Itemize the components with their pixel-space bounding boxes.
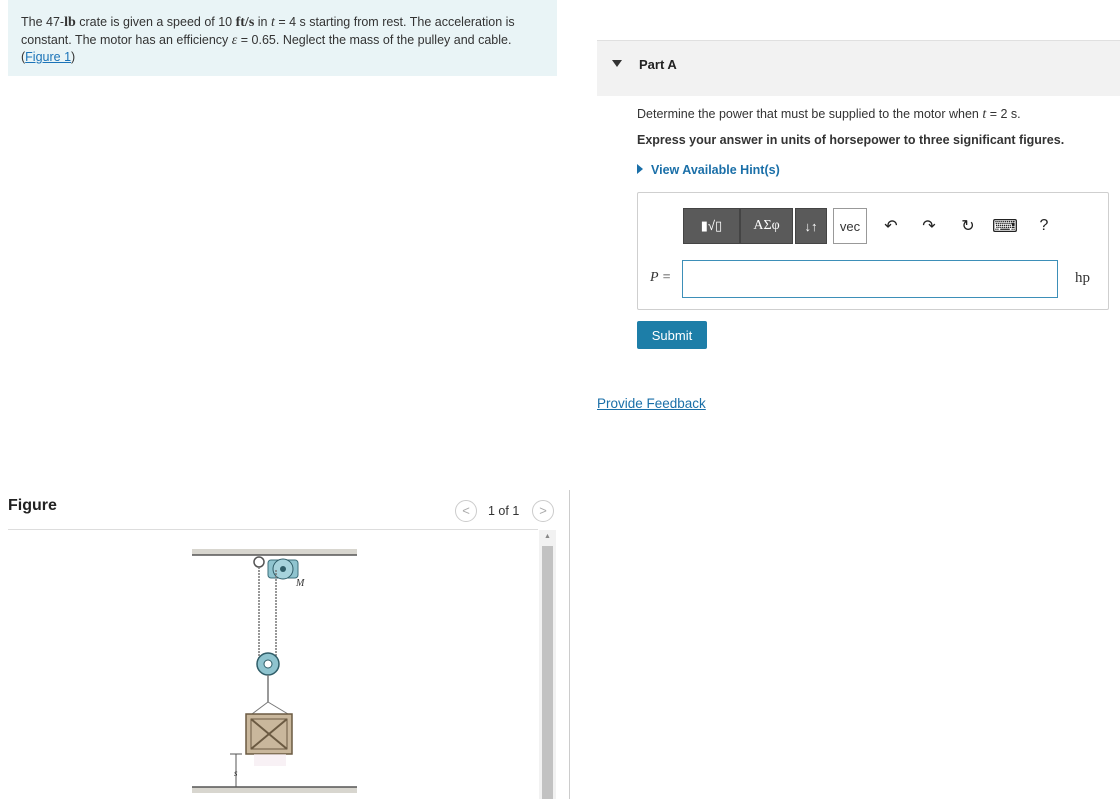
answer-input[interactable] xyxy=(682,260,1058,298)
caret-down-icon xyxy=(612,60,622,67)
figure-counter: 1 of 1 xyxy=(488,504,520,518)
problem-statement: The 47-lb crate is given a speed of 10 f… xyxy=(8,0,557,76)
problem-text: The 47- xyxy=(21,15,65,29)
templates-button[interactable]: ▮√▯ xyxy=(683,208,740,244)
redo-icon[interactable]: ↷ xyxy=(919,216,939,236)
chevron-left-icon: < xyxy=(462,503,470,518)
ceiling xyxy=(192,549,357,555)
column-divider xyxy=(569,490,570,799)
figure-prev-button[interactable]: < xyxy=(455,500,477,522)
vec-icon: vec xyxy=(839,218,861,234)
part-a-header[interactable]: Part A xyxy=(597,40,1120,96)
templates-icon: ▮√▯ xyxy=(700,218,723,233)
chevron-right-icon: > xyxy=(539,503,547,518)
part-title: Part A xyxy=(639,57,677,72)
arrows-updown-icon: ↓↑ xyxy=(804,218,818,234)
problem-text: ) xyxy=(71,50,76,64)
figure-link[interactable]: Figure 1 xyxy=(25,50,71,64)
figure-scrollbar[interactable]: ▲ xyxy=(539,530,556,799)
motor-hub xyxy=(280,566,286,572)
question-part: = 2 s. xyxy=(986,107,1021,121)
keyboard-icon[interactable]: ⌨ xyxy=(992,216,1018,236)
caret-right-icon xyxy=(637,164,643,174)
s-label: s xyxy=(234,768,238,778)
answer-variable-label: P = xyxy=(650,270,672,285)
figure-heading: Figure xyxy=(8,497,57,514)
motion-blur xyxy=(254,754,286,766)
answer-unit: hp xyxy=(1075,270,1090,286)
figure-image: M s xyxy=(192,549,357,793)
problem-text: in xyxy=(254,15,271,29)
figure-next-button[interactable]: > xyxy=(532,500,554,522)
greek-symbols-button[interactable]: ΑΣφ xyxy=(740,208,793,244)
hints-label: View Available Hint(s) xyxy=(651,163,780,177)
undo-icon[interactable]: ↶ xyxy=(881,216,901,236)
greek-icon: ΑΣφ xyxy=(753,218,780,233)
hook-icon xyxy=(253,556,265,568)
question-part: Determine the power that must be supplie… xyxy=(637,107,983,121)
view-hints-toggle[interactable]: View Available Hint(s) xyxy=(637,163,780,177)
floor xyxy=(192,787,357,793)
answer-instruction: Express your answer in units of horsepow… xyxy=(637,133,1065,147)
unit-lb: lb xyxy=(64,15,76,30)
figure-divider xyxy=(8,529,538,530)
submit-button[interactable]: Submit xyxy=(637,321,707,349)
sling xyxy=(267,701,289,715)
pulley-hub xyxy=(263,659,273,669)
help-icon[interactable]: ? xyxy=(1034,216,1054,236)
reset-icon[interactable]: ↻ xyxy=(958,216,978,236)
scrollbar-thumb[interactable] xyxy=(542,546,553,799)
unit-ft-per-s: ft/s xyxy=(235,15,255,30)
motor-label: M xyxy=(295,578,305,589)
scroll-up-icon[interactable]: ▲ xyxy=(539,533,556,540)
problem-text: crate is given a speed of 10 xyxy=(75,15,236,29)
question-text: Determine the power that must be supplie… xyxy=(637,107,1021,123)
provide-feedback-link[interactable]: Provide Feedback xyxy=(597,396,706,411)
subscript-superscript-button[interactable]: ↓↑ xyxy=(795,208,827,244)
vector-button[interactable]: vec xyxy=(833,208,867,244)
sling xyxy=(251,701,269,715)
